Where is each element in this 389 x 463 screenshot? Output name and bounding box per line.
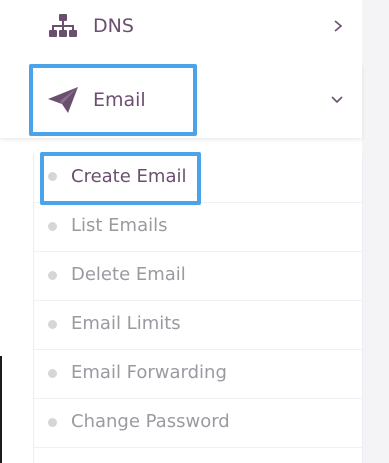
submenu-item-email-limits[interactable]: Email Limits <box>34 300 362 348</box>
create-email-highlight <box>40 152 201 205</box>
submenu-item-partial <box>34 447 362 463</box>
window-edge <box>0 356 2 463</box>
sitemap-icon <box>49 14 77 37</box>
bullet-icon <box>48 418 57 427</box>
sidebar-frame: DNS Email Create Email List Emails Delet… <box>0 0 389 463</box>
submenu-item-label: List Emails <box>71 215 168 236</box>
submenu-item-label: Email Limits <box>71 313 181 334</box>
submenu-item-label: Delete Email <box>71 264 186 285</box>
bullet-icon <box>48 271 57 280</box>
bullet-icon <box>48 320 57 329</box>
sidebar-item-dns[interactable]: DNS <box>0 0 362 60</box>
submenu-item-delete-email[interactable]: Delete Email <box>34 251 362 299</box>
chevron-down-icon <box>331 96 343 104</box>
submenu-item-label: Email Forwarding <box>71 362 227 383</box>
bullet-icon <box>48 369 57 378</box>
submenu-item-list-emails[interactable]: List Emails <box>34 202 362 250</box>
bullet-icon <box>48 222 57 231</box>
submenu-item-change-password[interactable]: Change Password <box>34 398 362 446</box>
submenu-item-label: Change Password <box>71 411 230 432</box>
sidebar-panel: DNS Email Create Email List Emails Delet… <box>0 0 363 463</box>
chevron-right-icon <box>334 20 343 32</box>
sidebar-item-dns-label: DNS <box>93 15 134 37</box>
submenu-item-email-forwarding[interactable]: Email Forwarding <box>34 349 362 397</box>
email-item-highlight <box>29 64 197 136</box>
